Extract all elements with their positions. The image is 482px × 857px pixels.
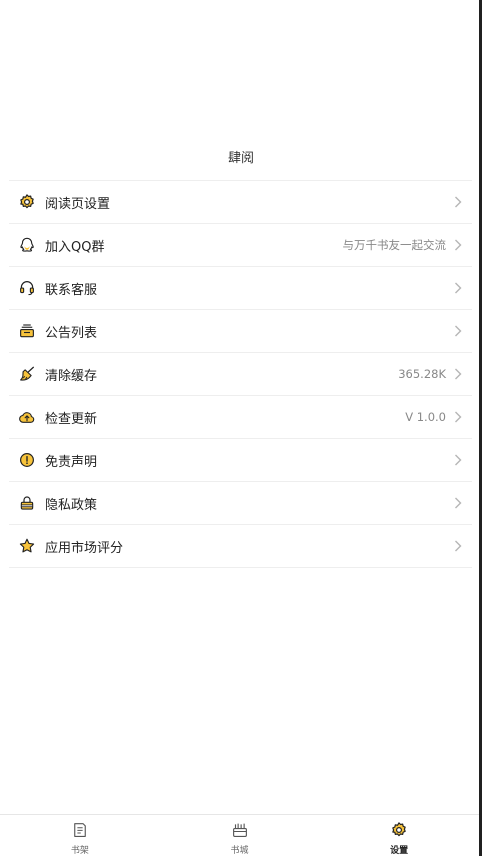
bookstore-icon — [231, 821, 249, 839]
tab-label: 设置 — [390, 846, 409, 856]
gear-icon — [18, 193, 36, 211]
lock-icon — [18, 494, 36, 512]
menu-item-label: 公告列表 — [45, 325, 98, 341]
tab-label: 书城 — [230, 846, 249, 856]
bookshelf-icon — [71, 821, 89, 839]
chevron-right-icon — [454, 411, 462, 423]
chevron-right-icon — [454, 282, 462, 294]
menu-item-label: 隐私政策 — [45, 497, 98, 513]
menu-item-label: 加入QQ群 — [45, 239, 105, 255]
menu-item-privacy-policy[interactable]: 隐私政策 — [9, 482, 472, 525]
broom-icon — [18, 365, 36, 383]
settings-gear-icon — [390, 821, 408, 839]
menu-item-disclaimer[interactable]: 免责声明 — [9, 439, 472, 482]
page-title: 肆阅 — [227, 151, 254, 166]
settings-menu: 阅读页设置 加入QQ群 与万千书友一起交流 联系客服 公告列表 清除缓存 365… — [9, 180, 472, 568]
tab-label: 书架 — [70, 846, 89, 856]
exclamation-circle-icon — [18, 451, 36, 469]
notice-tray-icon — [18, 322, 36, 340]
menu-item-value: 与万千书友一起交流 — [342, 238, 447, 252]
menu-item-check-update[interactable]: 检查更新 V 1.0.0 — [9, 396, 472, 439]
bottom-tab-bar: 书架 书城 设置 — [0, 814, 479, 857]
chevron-right-icon — [454, 540, 462, 552]
menu-item-reading-settings[interactable]: 阅读页设置 — [9, 181, 472, 224]
tab-settings[interactable]: 设置 — [319, 815, 479, 857]
chevron-right-icon — [454, 454, 462, 466]
chevron-right-icon — [454, 325, 462, 337]
menu-item-label: 免责声明 — [45, 454, 98, 470]
menu-item-label: 检查更新 — [45, 411, 98, 427]
chevron-right-icon — [454, 239, 462, 251]
tab-bookstore[interactable]: 书城 — [160, 815, 320, 857]
menu-item-label: 应用市场评分 — [45, 540, 124, 556]
menu-item-label: 清除缓存 — [45, 368, 98, 384]
cache-size-value: 365.28K — [398, 367, 446, 381]
chevron-right-icon — [454, 368, 462, 380]
headset-icon — [18, 279, 36, 297]
menu-item-label: 联系客服 — [45, 282, 98, 298]
menu-item-notice-list[interactable]: 公告列表 — [9, 310, 472, 353]
qq-penguin-icon — [18, 236, 36, 254]
menu-item-join-qq-group[interactable]: 加入QQ群 与万千书友一起交流 — [9, 224, 472, 267]
menu-item-contact-service[interactable]: 联系客服 — [9, 267, 472, 310]
menu-item-label: 阅读页设置 — [45, 196, 111, 212]
menu-item-clear-cache[interactable]: 清除缓存 365.28K — [9, 353, 472, 396]
version-value: V 1.0.0 — [405, 410, 446, 424]
star-icon — [18, 537, 36, 555]
chevron-right-icon — [454, 497, 462, 509]
chevron-right-icon — [454, 196, 462, 208]
cloud-upload-icon — [18, 408, 36, 426]
menu-item-app-store-rating[interactable]: 应用市场评分 — [9, 525, 472, 568]
tab-bookshelf[interactable]: 书架 — [0, 815, 160, 857]
